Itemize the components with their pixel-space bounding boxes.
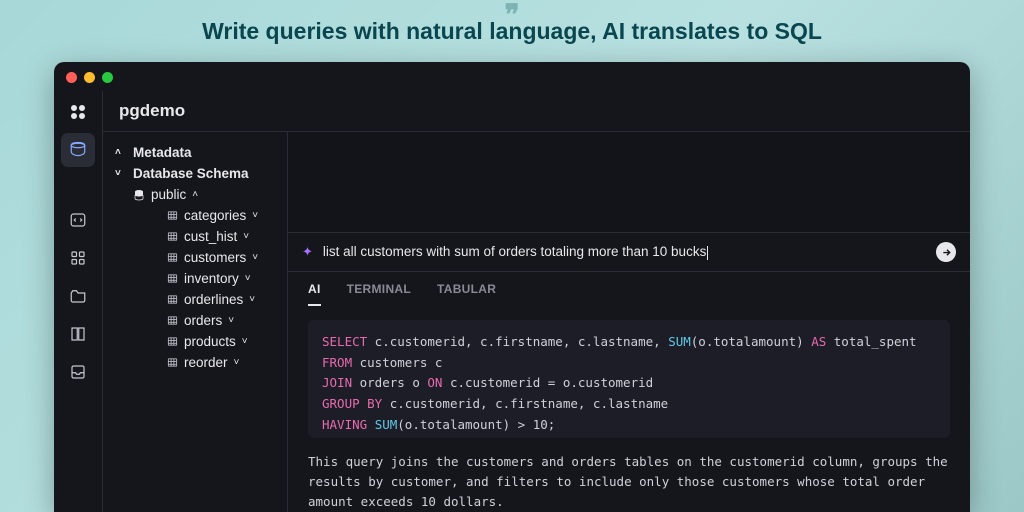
code-icon[interactable] — [61, 203, 95, 237]
folder-icon[interactable] — [61, 279, 95, 313]
chevron-down-icon: ˅ — [242, 336, 254, 347]
sql-explanation: This query joins the customers and order… — [288, 448, 970, 512]
prompt-bar: ✦ list all customers with sum of orders … — [288, 232, 970, 272]
editor-empty-area — [288, 132, 970, 232]
tree-label: cust_hist — [184, 229, 237, 244]
nav-rail — [54, 91, 102, 512]
table-icon — [167, 231, 178, 242]
table-icon — [167, 294, 178, 305]
editor-panel: ✦ list all customers with sum of orders … — [287, 132, 970, 512]
tree-table-item[interactable]: reorder ˅ — [163, 352, 279, 373]
tab-ai[interactable]: AI — [308, 282, 321, 306]
chevron-down-icon: ˅ — [228, 315, 240, 326]
tab-terminal[interactable]: TERMINAL — [347, 282, 411, 306]
chevron-down-icon: ˅ — [115, 168, 127, 179]
submit-button[interactable] — [936, 242, 956, 262]
minimize-icon[interactable] — [84, 72, 95, 83]
tree-table-item[interactable]: customers ˅ — [163, 247, 279, 268]
prompt-input[interactable]: list all customers with sum of orders to… — [323, 244, 926, 259]
tree-label: public — [151, 187, 186, 202]
prompt-text: list all customers with sum of orders to… — [323, 244, 706, 259]
tree-label: inventory — [184, 271, 239, 286]
inbox-icon[interactable] — [61, 355, 95, 389]
tree-table-item[interactable]: orderlines ˅ — [163, 289, 279, 310]
tree-schema-public[interactable]: public ˄ — [129, 184, 279, 205]
maximize-icon[interactable] — [102, 72, 113, 83]
tree-label: Metadata — [133, 145, 192, 160]
tree-label: orders — [184, 313, 222, 328]
close-icon[interactable] — [66, 72, 77, 83]
tree-label: categories — [184, 208, 246, 223]
table-icon — [167, 315, 178, 326]
grid-icon[interactable] — [61, 241, 95, 275]
text-cursor — [707, 246, 708, 260]
schema-icon — [133, 189, 145, 201]
sparkle-icon: ✦ — [302, 244, 313, 260]
tree-table-item[interactable]: products ˅ — [163, 331, 279, 352]
tree-table-item[interactable]: inventory ˅ — [163, 268, 279, 289]
chevron-up-icon: ˄ — [115, 147, 127, 158]
chevron-down-icon: ˅ — [234, 357, 246, 368]
chevron-down-icon: ˅ — [252, 210, 264, 221]
chevron-down-icon: ˅ — [245, 273, 257, 284]
table-icon — [167, 273, 178, 284]
logo-icon[interactable] — [61, 95, 95, 129]
sql-code-block: SELECT c.customerid, c.firstname, c.last… — [308, 320, 950, 438]
tree-label: reorder — [184, 355, 228, 370]
window-traffic-lights — [54, 62, 970, 91]
book-icon[interactable] — [61, 317, 95, 351]
chevron-down-icon: ˅ — [243, 231, 255, 242]
schema-sidebar: ˄ Metadata ˅ Database Schema public — [103, 132, 287, 512]
table-icon — [167, 210, 178, 221]
chevron-up-icon: ˄ — [192, 189, 204, 200]
tree-section-metadata[interactable]: ˄ Metadata — [111, 142, 279, 163]
tree-label: products — [184, 334, 236, 349]
tree-label: orderlines — [184, 292, 243, 307]
table-icon — [167, 357, 178, 368]
page-title: pgdemo — [103, 91, 970, 131]
tab-tabular[interactable]: TABULAR — [437, 282, 496, 306]
chevron-down-icon: ˅ — [249, 294, 261, 305]
tree-table-item[interactable]: orders ˅ — [163, 310, 279, 331]
tree-label: customers — [184, 250, 246, 265]
database-icon[interactable] — [61, 133, 95, 167]
table-icon — [167, 252, 178, 263]
chevron-down-icon: ˅ — [252, 252, 264, 263]
tree-label: Database Schema — [133, 166, 249, 181]
tree-table-item[interactable]: cust_hist ˅ — [163, 226, 279, 247]
quote-decor: ❞ — [504, 0, 519, 31]
tree-table-item[interactable]: categories ˅ — [163, 205, 279, 226]
table-icon — [167, 336, 178, 347]
app-window: pgdemo ˄ Metadata ˅ Database Schema — [54, 62, 970, 512]
result-tabs: AI TERMINAL TABULAR — [288, 272, 970, 306]
tree-section-schema[interactable]: ˅ Database Schema — [111, 163, 279, 184]
